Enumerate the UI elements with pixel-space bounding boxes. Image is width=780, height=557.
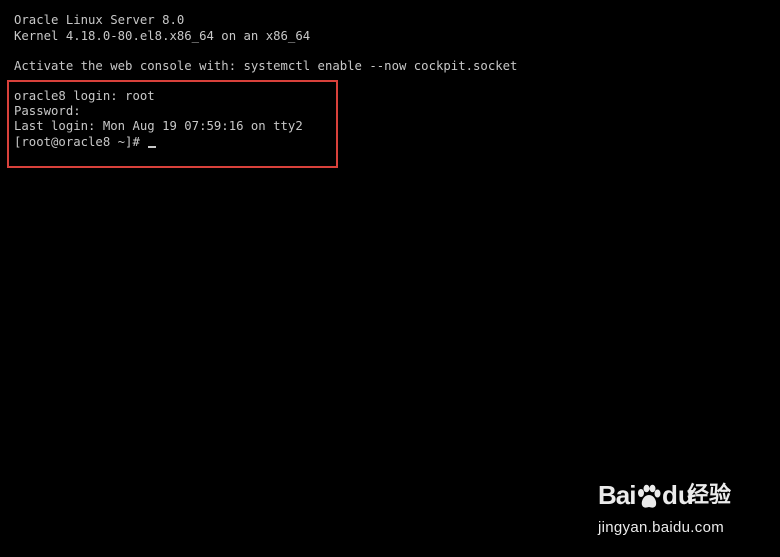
- highlight-box: [7, 80, 338, 168]
- text-console[interactable]: Oracle Linux Server 8.0 Kernel 4.18.0-80…: [0, 0, 780, 557]
- watermark-bai-text: Bai: [598, 480, 636, 510]
- baidu-jingyan-watermark: Bai du 经验 jingyan.baidu.com: [590, 478, 765, 548]
- watermark-logo: Bai du 经验: [590, 478, 765, 514]
- watermark-jingyan-text: 经验: [687, 483, 732, 508]
- os-name-line: Oracle Linux Server 8.0: [14, 13, 185, 27]
- paw-icon: [636, 484, 662, 510]
- web-console-hint-line: Activate the web console with: systemctl…: [14, 59, 518, 73]
- kernel-line: Kernel 4.18.0-80.el8.x86_64 on an x86_64: [14, 29, 311, 43]
- watermark-url: jingyan.baidu.com: [598, 519, 725, 536]
